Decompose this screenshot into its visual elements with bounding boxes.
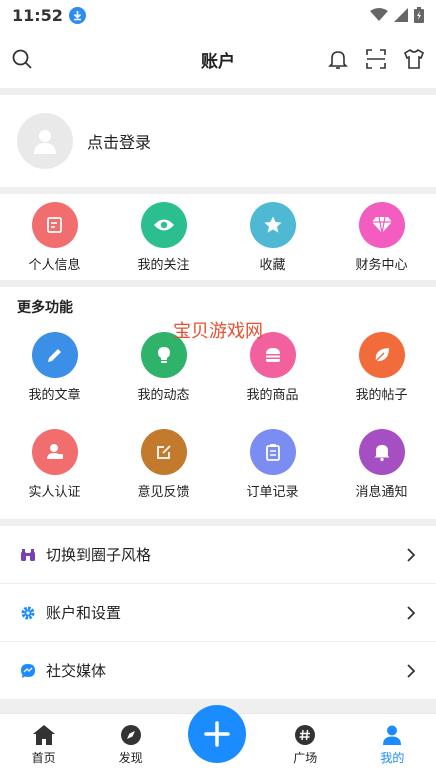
header: 账户 (0, 30, 436, 88)
list-item-label: 账户和设置 (46, 604, 122, 622)
chevron-right-icon (407, 547, 416, 562)
login-link[interactable]: 点击登录 (87, 129, 151, 153)
list-item-label: 社交媒体 (46, 662, 107, 680)
star-icon (249, 201, 296, 248)
more-item-label: 我的帖子 (355, 388, 408, 403)
more-item-label: 我的商品 (246, 388, 299, 403)
tab-label: 我的 (380, 750, 405, 765)
eye-icon (140, 201, 187, 248)
section-title: 更多功能 (17, 300, 73, 316)
quick-item-label: 收藏 (259, 257, 286, 273)
quick-item-label: 我的关注 (137, 257, 190, 273)
tab-label: 发现 (118, 750, 143, 765)
more-item-label: 消息通知 (355, 485, 408, 500)
more-item-orders[interactable]: 订单记录 (218, 429, 327, 500)
tab-discover[interactable]: 发现 (87, 724, 174, 766)
status-time-group: 11:52 (12, 6, 86, 25)
list-item-social-media[interactable]: 社交媒体 (0, 642, 436, 700)
list-item-label: 切换到圈子风格 (46, 546, 152, 564)
status-bar: 11:52 (0, 0, 436, 30)
more-functions: 更多功能 宝贝游戏网 我的文章 我的动态 我的商品 我的帖子 实人认证 意见反馈… (0, 287, 436, 519)
home-icon (32, 724, 55, 745)
quick-item-label: 个人信息 (28, 257, 81, 273)
tab-mine[interactable]: 我的 (349, 724, 436, 766)
login-card[interactable]: 点击登录 (0, 95, 436, 187)
system-icons (370, 7, 424, 23)
signal-icon (394, 8, 408, 22)
more-item-label: 实人认证 (28, 485, 81, 500)
settings-list: 切换到圈子风格 账户和设置 社交媒体 (0, 526, 436, 700)
hashtag-icon (295, 724, 316, 745)
tab-label: 广场 (293, 750, 318, 765)
user-icon (383, 725, 402, 745)
battery-icon (414, 7, 424, 23)
tab-home[interactable]: 首页 (0, 724, 87, 766)
watermark: 宝贝游戏网 (173, 321, 263, 342)
add-button[interactable] (188, 705, 246, 763)
chevron-right-icon (407, 663, 416, 678)
quick-item-profile[interactable]: 个人信息 (0, 194, 109, 280)
more-item-label: 我的文章 (28, 388, 81, 403)
binoculars-icon (21, 548, 35, 561)
more-item-feedback[interactable]: 意见反馈 (109, 429, 218, 500)
edit-note-icon (31, 201, 78, 248)
tab-square[interactable]: 广场 (262, 724, 349, 766)
feedback-edit-icon (140, 429, 187, 475)
more-item-notifications[interactable]: 消息通知 (327, 429, 436, 500)
header-actions (326, 47, 426, 71)
status-time: 11:52 (12, 5, 63, 25)
avatar[interactable] (17, 113, 73, 169)
more-item-label: 订单记录 (246, 485, 299, 500)
quick-item-finance[interactable]: 财务中心 (327, 194, 436, 280)
more-item-label: 意见反馈 (137, 485, 190, 500)
messenger-icon (21, 663, 35, 678)
compass-icon (120, 724, 141, 745)
gear-icon (21, 606, 35, 619)
bell-icon[interactable] (326, 47, 350, 71)
quick-item-label: 财务中心 (355, 257, 408, 273)
shirt-icon[interactable] (402, 47, 426, 71)
diamond-icon (358, 201, 405, 248)
wifi-icon (370, 8, 388, 21)
more-item-verification[interactable]: 实人认证 (0, 429, 109, 500)
more-row: 实人认证 意见反馈 订单记录 消息通知 (0, 416, 436, 513)
scan-icon[interactable] (364, 47, 388, 71)
id-person-icon (31, 429, 78, 475)
more-item-label: 我的动态 (137, 388, 190, 403)
list-item-switch-style[interactable]: 切换到圈子风格 (0, 526, 436, 584)
tab-label: 首页 (31, 750, 56, 765)
quick-actions: 个人信息 我的关注 收藏 财务中心 (0, 194, 436, 280)
bell-icon (358, 429, 405, 475)
search-icon[interactable] (10, 47, 34, 71)
quick-item-follow[interactable]: 我的关注 (109, 194, 218, 280)
plus-icon (204, 721, 230, 747)
list-item-account-settings[interactable]: 账户和设置 (0, 584, 436, 642)
quick-item-favorites[interactable]: 收藏 (218, 194, 327, 280)
clipboard-icon (249, 429, 296, 475)
download-icon (68, 6, 86, 24)
chevron-right-icon (407, 605, 416, 620)
